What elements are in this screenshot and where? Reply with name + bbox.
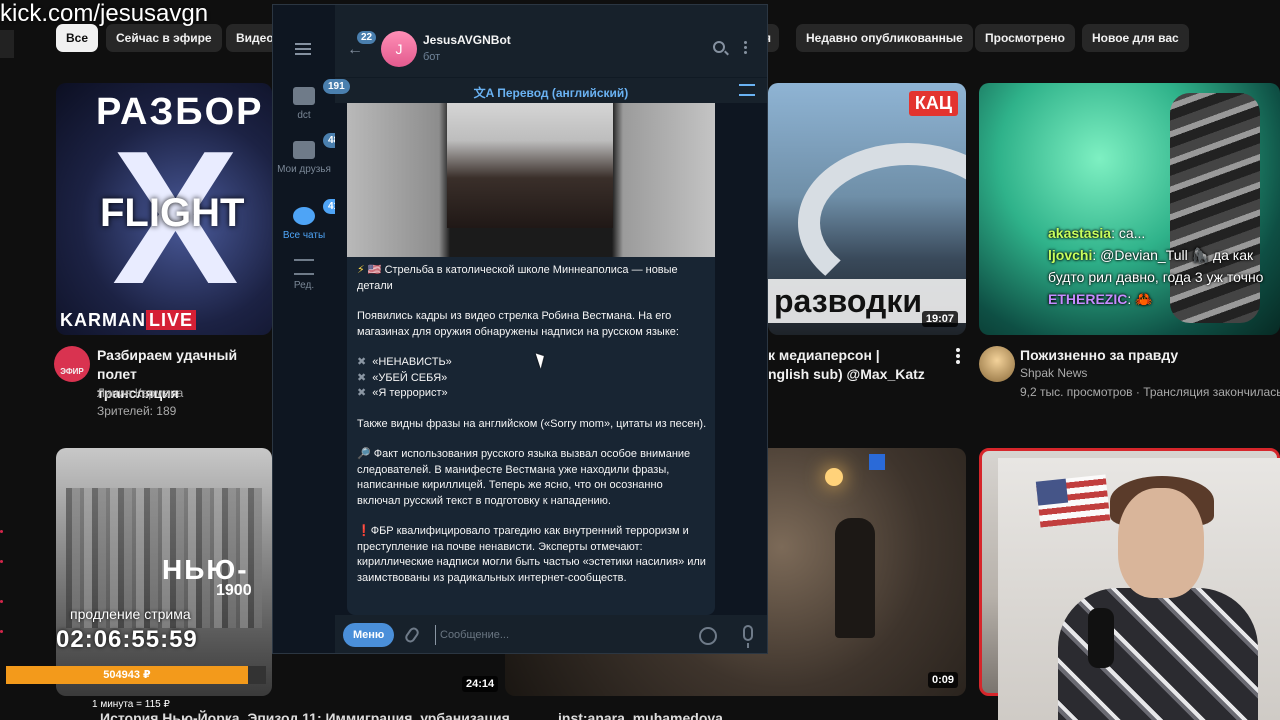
rail-dot (0, 630, 3, 633)
folder-icon: 48 (293, 133, 345, 159)
video-frame (447, 103, 613, 228)
video-thumbnail[interactable]: НЬЮ- 1900 (56, 448, 272, 696)
menu-icon[interactable] (295, 43, 311, 55)
list-item: ✖ «Я террорист» (357, 387, 448, 399)
chip-all[interactable]: Все (56, 24, 99, 52)
bot-menu-button[interactable]: Меню (343, 623, 395, 647)
flag-icon (1035, 474, 1111, 528)
thumb-logo: KARMAN LIVE (60, 310, 197, 331)
chip-recent[interactable]: Недавно опубликованные (796, 24, 973, 52)
message-text: ⚡ 🇺🇸 Стрельба в католической школе Минне… (357, 264, 707, 584)
microphone-icon[interactable] (743, 625, 753, 648)
folder-label: dct (297, 110, 311, 121)
chip-live[interactable]: Сейчас в эфире (106, 24, 222, 52)
channel-avatar[interactable]: ЭФИР (54, 346, 90, 382)
view-count: 9,2 тыс. просмотров · Трансляция закончи… (1020, 385, 1280, 399)
video-thumbnail[interactable]: КАЦ разводки 19:07 (768, 83, 966, 335)
rail-dot (0, 560, 3, 563)
thumb-text: РАЗБОР (96, 91, 264, 133)
more-options-icon[interactable] (956, 348, 960, 364)
video-duration: 0:09 (927, 672, 958, 688)
channel-name[interactable]: Линия Кармана (97, 384, 183, 402)
exclamation-icon: ❗ (357, 525, 371, 537)
stream-chat: akastasia: ca... ljovchi: @Devian_Tull 🦍… (1048, 222, 1280, 310)
chat-status: бот (423, 51, 441, 63)
thumb-graphic (825, 468, 843, 486)
chip-new[interactable]: Новое для вас (1082, 24, 1189, 52)
donation-bar-track (248, 666, 266, 684)
folder-dct[interactable]: 191 dct (273, 79, 350, 122)
extension-label: продление стрима (70, 606, 191, 622)
list-item: ✖ «УБЕЙ СЕБЯ» (357, 371, 448, 384)
sliders-icon[interactable] (739, 84, 755, 96)
folder-label: Мои друзья (277, 164, 331, 175)
folder-all-chats[interactable]: 410 Все чаты (273, 199, 350, 242)
thumb-graphic (869, 454, 885, 470)
search-icon[interactable] (713, 41, 725, 53)
chip-watched[interactable]: Просмотрено (975, 24, 1076, 52)
message-composer: Меню (335, 615, 767, 653)
folder-edit[interactable]: Ред. (273, 259, 335, 292)
emoji-icon[interactable] (699, 627, 717, 645)
folder-label: Ред. (293, 280, 315, 291)
message-input[interactable] (435, 625, 685, 645)
donation-rate: 1 минута = 115 ₽ (92, 699, 170, 710)
translate-label[interactable]: 文A Перевод (английский) (335, 84, 767, 101)
magnifier-icon: 🔎 (357, 448, 371, 460)
channel-avatar[interactable] (979, 346, 1015, 382)
more-options-icon[interactable] (744, 41, 747, 55)
chat-title[interactable]: JesusAVGNBot (423, 33, 511, 47)
thumb-text: 1900 (216, 582, 252, 599)
video-duration: 24:14 (462, 676, 499, 692)
message-list[interactable]: ⚡ 🇺🇸 Стрельба в католической школе Минне… (335, 103, 767, 615)
chat-message: ljovchi: @Devian_Tull 🦍 да как будто рил… (1048, 247, 1264, 285)
webcam-graphic (1118, 488, 1204, 598)
stream-timer: 02:06:55:59 (56, 626, 198, 653)
sidebar-edge (0, 30, 14, 58)
viewer-count: Зрителей: 189 (97, 404, 177, 418)
webcam-feed (998, 458, 1280, 720)
telegram-window: 191 dct 48 Мои друзья 410 Все чаты Ред. … (272, 4, 768, 654)
unread-badge: 22 (357, 31, 377, 44)
video-duration: 19:07 (921, 311, 958, 327)
screen: Все Сейчас в эфире Видео я Недавно опубл… (0, 0, 1280, 720)
folder-friends[interactable]: 48 Мои друзья (273, 133, 345, 176)
rail-dot (0, 530, 3, 533)
sliders-icon (294, 259, 314, 275)
chat-header: ← 22 J JesusAVGNBot бот (335, 5, 767, 77)
attach-icon[interactable] (403, 625, 421, 645)
message-video[interactable] (347, 103, 715, 257)
donation-bar: 504943 ₽ (6, 666, 248, 684)
translate-icon: 文A (473, 86, 498, 100)
folder-sidebar: 191 dct 48 Мои друзья 410 Все чаты Ред. (273, 5, 350, 653)
thumb-text: FLIGHT (100, 191, 245, 235)
folder-label: Все чаты (282, 230, 326, 241)
video-title[interactable]: к медиаперсон | nglish sub) @Max_Katz (768, 346, 948, 384)
chat-message: akastasia: ca... (1048, 225, 1146, 241)
rail-dot (0, 600, 3, 603)
video-thumbnail[interactable]: X РАЗБОР FLIGHT KARMAN LIVE (56, 83, 272, 335)
thumb-graphic (835, 518, 875, 638)
message-bubble[interactable]: ⚡ 🇺🇸 Стрельба в католической школе Минне… (347, 103, 715, 615)
chat-bubble-icon: 410 (293, 199, 350, 225)
folder-icon: 191 (293, 79, 350, 105)
video-title[interactable]: История Нью-Йорка. Эпизод 11: Иммиграция… (100, 710, 510, 720)
list-item: ✖ «НЕНАВИСТЬ» (357, 356, 452, 368)
channel-url: kick.com/jesusavgn (0, 0, 209, 27)
chat-message: ETHEREZIC: 🦀 (1048, 291, 1153, 307)
translate-bar[interactable]: 文A Перевод (английский) (335, 77, 767, 103)
video-title[interactable]: inst:anara_muhamedova (558, 710, 723, 720)
channel-name[interactable]: Shpak News (1020, 364, 1087, 382)
avatar[interactable]: J (381, 31, 417, 67)
microphone-icon (1088, 608, 1114, 668)
thumb-badge: КАЦ (908, 91, 958, 116)
flag-icon: 🇺🇸 (367, 264, 382, 276)
lightning-icon: ⚡ (357, 264, 365, 276)
video-title[interactable]: Пожизненно за правду (1020, 346, 1280, 365)
